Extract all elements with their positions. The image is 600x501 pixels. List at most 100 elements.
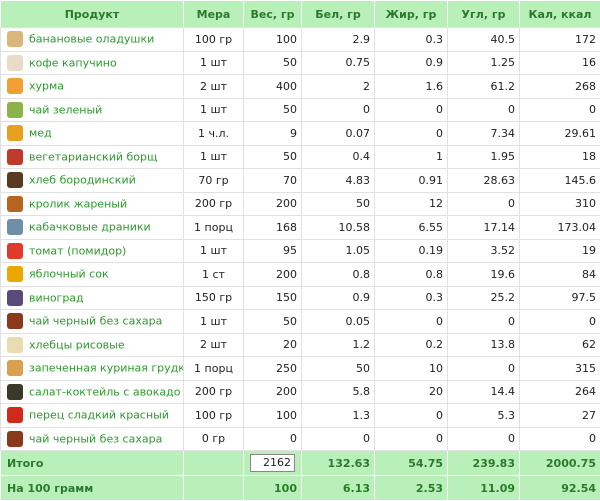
- product-link[interactable]: хлеб бородинский: [29, 174, 136, 187]
- kcal-cell: 268: [520, 75, 600, 99]
- carbs-cell: 5.3: [448, 404, 520, 428]
- total-weight-field[interactable]: 2162: [250, 454, 295, 472]
- total-measure: [184, 451, 244, 476]
- baked-chicken-icon: [7, 360, 23, 376]
- fat-cell: 0: [375, 404, 448, 428]
- product-link[interactable]: хурма: [29, 80, 64, 93]
- per100-row: На 100 грамм 100 6.13 2.53 11.09 92.54: [1, 476, 600, 501]
- product-link[interactable]: салат-коктейль с авокадо: [29, 385, 181, 398]
- measure-cell: 1 шт: [184, 98, 244, 122]
- fat-cell: 1: [375, 145, 448, 169]
- weight-cell: 100: [244, 404, 302, 428]
- weight-cell: 250: [244, 357, 302, 381]
- product-cell: салат-коктейль с авокадо: [1, 380, 184, 404]
- product-cell: кролик жареный: [1, 192, 184, 216]
- weight-cell: 200: [244, 192, 302, 216]
- black-tea-icon: [7, 313, 23, 329]
- carbs-cell: 28.63: [448, 169, 520, 193]
- kcal-cell: 145.6: [520, 169, 600, 193]
- kcal-cell: 0: [520, 310, 600, 334]
- protein-cell: 2.9: [302, 28, 375, 52]
- measure-cell: 0 гр: [184, 427, 244, 451]
- product-link[interactable]: томат (помидор): [29, 244, 126, 257]
- product-link[interactable]: перец сладкий красный: [29, 409, 169, 422]
- measure-cell: 100 гр: [184, 28, 244, 52]
- table-row: запеченная куриная грудка1 порц250501003…: [1, 357, 600, 381]
- product-link[interactable]: мед: [29, 127, 52, 140]
- product-cell: томат (помидор): [1, 239, 184, 263]
- kcal-cell: 173.04: [520, 216, 600, 240]
- protein-cell: 10.58: [302, 216, 375, 240]
- carbs-cell: 0: [448, 98, 520, 122]
- product-cell: запеченная куриная грудка: [1, 357, 184, 381]
- product-link[interactable]: яблочный сок: [29, 268, 109, 281]
- measure-cell: 1 ч.л.: [184, 122, 244, 146]
- protein-cell: 1.05: [302, 239, 375, 263]
- header-protein: Бел, гр: [302, 1, 375, 28]
- weight-cell: 50: [244, 145, 302, 169]
- header-row: Продукт Мера Вес, гр Бел, гр Жир, гр Угл…: [1, 1, 600, 28]
- fat-cell: 0.3: [375, 286, 448, 310]
- product-link[interactable]: запеченная куриная грудка: [29, 362, 184, 375]
- kcal-cell: 29.61: [520, 122, 600, 146]
- kcal-cell: 18: [520, 145, 600, 169]
- product-link[interactable]: вегетарианский борщ: [29, 150, 157, 163]
- kcal-cell: 19: [520, 239, 600, 263]
- carbs-cell: 3.52: [448, 239, 520, 263]
- per100-label: На 100 грамм: [1, 476, 184, 501]
- total-carbs: 239.83: [448, 451, 520, 476]
- table-row: чай зеленый1 шт500000: [1, 98, 600, 122]
- table-row: вегетарианский борщ1 шт500.411.9518: [1, 145, 600, 169]
- fat-cell: 0: [375, 310, 448, 334]
- table-row: кофе капучино1 шт500.750.91.2516: [1, 51, 600, 75]
- carbs-cell: 0: [448, 357, 520, 381]
- measure-cell: 1 шт: [184, 145, 244, 169]
- table-row: томат (помидор)1 шт951.050.193.5219: [1, 239, 600, 263]
- fat-cell: 0.2: [375, 333, 448, 357]
- protein-cell: 0.75: [302, 51, 375, 75]
- product-link[interactable]: чай черный без сахара: [29, 432, 162, 445]
- protein-cell: 0: [302, 98, 375, 122]
- fat-cell: 1.6: [375, 75, 448, 99]
- measure-cell: 2 шт: [184, 75, 244, 99]
- product-link[interactable]: кофе капучино: [29, 56, 117, 69]
- product-link[interactable]: хлебцы рисовые: [29, 338, 125, 351]
- product-link[interactable]: банановые оладушки: [29, 33, 154, 46]
- protein-cell: 2: [302, 75, 375, 99]
- measure-cell: 200 гр: [184, 192, 244, 216]
- weight-cell: 168: [244, 216, 302, 240]
- product-cell: виноград: [1, 286, 184, 310]
- kcal-cell: 172: [520, 28, 600, 52]
- carbs-cell: 0: [448, 427, 520, 451]
- product-link[interactable]: кабачковые драники: [29, 221, 151, 234]
- total-kcal: 2000.75: [520, 451, 600, 476]
- measure-cell: 1 порц: [184, 357, 244, 381]
- honey-icon: [7, 125, 23, 141]
- weight-cell: 20: [244, 333, 302, 357]
- product-link[interactable]: кролик жареный: [29, 197, 127, 210]
- kcal-cell: 62: [520, 333, 600, 357]
- carbs-cell: 40.5: [448, 28, 520, 52]
- protein-cell: 0.4: [302, 145, 375, 169]
- persimmon-icon: [7, 78, 23, 94]
- grapes-icon: [7, 290, 23, 306]
- fat-cell: 10: [375, 357, 448, 381]
- kcal-cell: 84: [520, 263, 600, 287]
- roast-rabbit-icon: [7, 196, 23, 212]
- protein-cell: 0.9: [302, 286, 375, 310]
- measure-cell: 70 гр: [184, 169, 244, 193]
- weight-cell: 150: [244, 286, 302, 310]
- table-row: чай черный без сахара0 гр00000: [1, 427, 600, 451]
- product-link[interactable]: чай зеленый: [29, 103, 102, 116]
- measure-cell: 150 гр: [184, 286, 244, 310]
- table-row: чай черный без сахара1 шт500.05000: [1, 310, 600, 334]
- product-cell: хлебцы рисовые: [1, 333, 184, 357]
- product-cell: чай черный без сахара: [1, 427, 184, 451]
- weight-cell: 9: [244, 122, 302, 146]
- total-fat: 54.75: [375, 451, 448, 476]
- kcal-cell: 27: [520, 404, 600, 428]
- product-link[interactable]: виноград: [29, 291, 84, 304]
- total-weight-cell: 2162: [244, 451, 302, 476]
- measure-cell: 1 ст: [184, 263, 244, 287]
- product-link[interactable]: чай черный без сахара: [29, 315, 162, 328]
